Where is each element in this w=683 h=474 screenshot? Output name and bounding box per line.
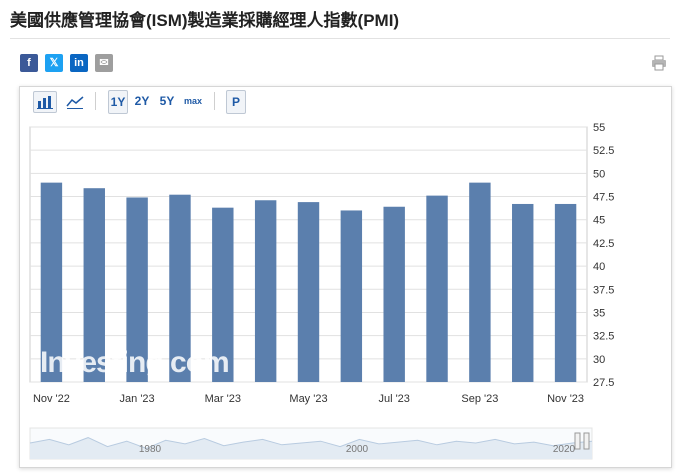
y-tick-label: 37.5 <box>593 284 614 296</box>
pmi-bar-chart: 27.5 30 32.5 35 37.5 40 42.5 45 47.5 50 52.5 55 Inve… <box>29 122 614 460</box>
y-tick-label: 50 <box>593 168 605 180</box>
x-tick-label: Mar '23 <box>205 393 241 405</box>
y-tick-label: 52.5 <box>593 145 614 157</box>
bar[interactable] <box>426 195 448 382</box>
y-tick-label: 45 <box>593 215 605 227</box>
x-tick-label: Jan '23 <box>120 393 155 405</box>
y-tick-label: 32.5 <box>593 331 614 343</box>
bar[interactable] <box>512 203 534 382</box>
x-tick-label: May '23 <box>289 393 327 405</box>
x-tick-label: Sep '23 <box>461 393 498 405</box>
navigator-year-label: 2020 <box>553 444 576 455</box>
x-tick-label: Nov '22 <box>33 393 70 405</box>
y-tick-label: 55 <box>593 122 605 134</box>
y-tick-label: 40 <box>593 261 605 273</box>
bar[interactable] <box>383 206 405 382</box>
bar[interactable] <box>297 202 320 382</box>
navigator-handle-left[interactable] <box>574 432 581 450</box>
y-tick-label: 30 <box>593 354 605 366</box>
bar[interactable] <box>554 203 577 382</box>
watermark: Investing.com <box>40 346 229 379</box>
navigator-year-label: 2000 <box>346 444 369 455</box>
y-tick-label: 27.5 <box>593 377 614 389</box>
bar[interactable] <box>469 182 491 382</box>
x-tick-label: Nov '23 <box>547 393 584 405</box>
y-tick-label: 47.5 <box>593 192 614 204</box>
y-tick-label: 35 <box>593 307 605 319</box>
bar[interactable] <box>340 210 363 382</box>
x-tick-label: Jul '23 <box>378 393 409 405</box>
navigator-handle-right[interactable] <box>583 432 590 450</box>
bar[interactable] <box>254 200 277 382</box>
navigator-year-label: 1980 <box>139 444 162 455</box>
y-tick-label: 42.5 <box>593 238 614 250</box>
